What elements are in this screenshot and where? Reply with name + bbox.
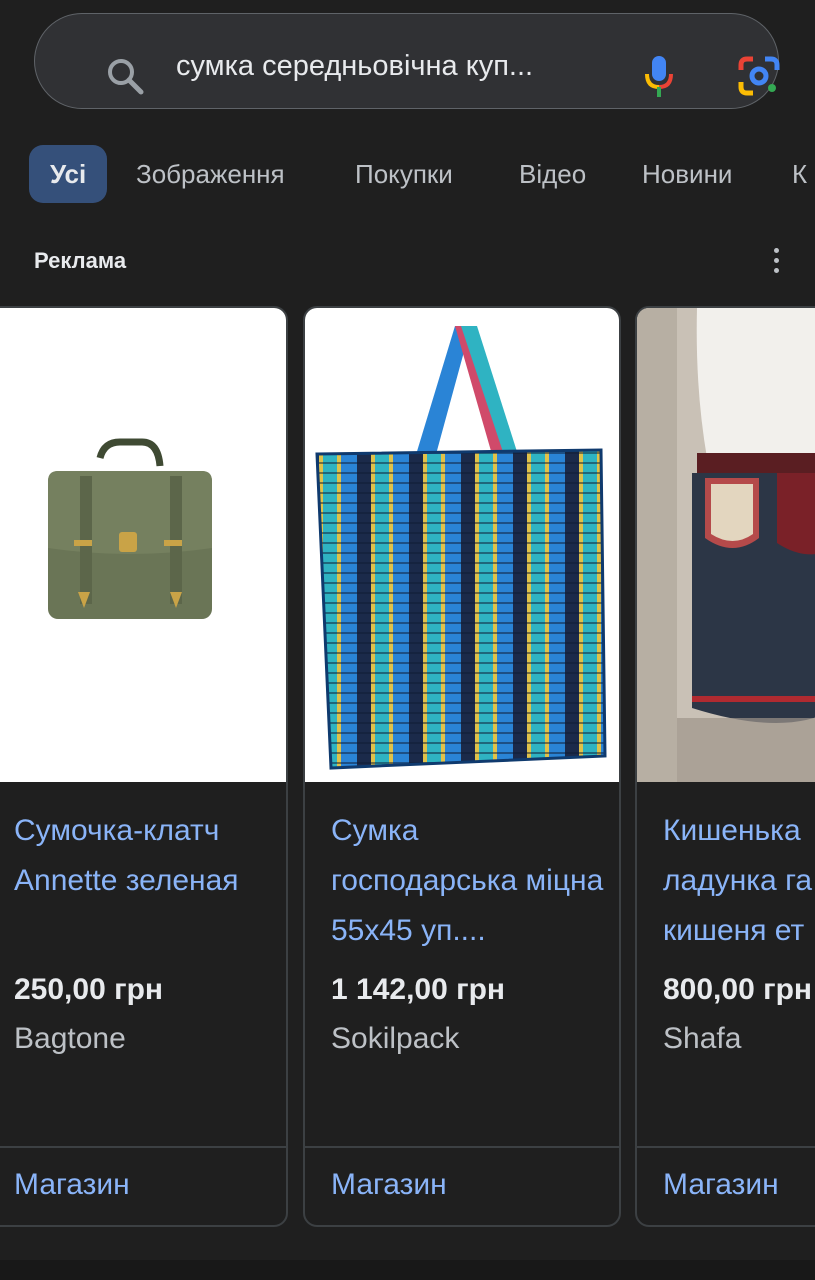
search-query[interactable]: сумка середньовічна куп... <box>176 50 533 83</box>
shop-link[interactable]: Магазин <box>331 1168 447 1202</box>
tab-videos[interactable]: Відео <box>519 145 586 203</box>
product-price: 250,00 грн <box>14 973 164 1006</box>
product-image-striped-bag[interactable] <box>305 308 619 782</box>
product-price: 800,00 грн <box>663 973 813 1006</box>
card-divider <box>305 1146 619 1148</box>
search-tabs: Усі Зображення Покупки Відео Новини К <box>0 145 815 203</box>
product-price: 1 142,00 грн <box>331 973 506 1006</box>
product-image-green-satchel[interactable] <box>0 308 286 782</box>
product-title[interactable]: Сумочка-клатч Annette зеленая <box>14 806 276 906</box>
product-card[interactable]: Сумка господарська міцна 55х45 уп.... 1 … <box>303 306 621 1227</box>
product-seller: Sokilpack <box>331 1022 460 1055</box>
search-box[interactable]: сумка середньовічна куп... <box>34 13 780 109</box>
product-seller: Shafa <box>663 1022 742 1055</box>
shop-link[interactable]: Магазин <box>14 1168 130 1202</box>
product-seller: Bagtone <box>14 1022 126 1055</box>
tab-more-partial[interactable]: К <box>792 145 807 203</box>
top-bar: сумка середньовічна куп... Усі Зображенн… <box>0 0 815 226</box>
product-title[interactable]: Сумка господарська міцна 55х45 уп.... <box>331 806 609 956</box>
product-card[interactable]: Сумочка-клатч Annette зеленая 250,00 грн… <box>0 306 288 1227</box>
product-title[interactable]: Кишенька ладунка га кишеня ет <box>663 806 815 956</box>
tab-images[interactable]: Зображення <box>136 145 285 203</box>
tab-news[interactable]: Новини <box>642 145 732 203</box>
bottom-edge <box>0 1260 815 1280</box>
card-divider <box>0 1146 286 1148</box>
product-card[interactable]: Кишенька ладунка га кишеня ет 800,00 грн… <box>635 306 815 1227</box>
tab-shopping[interactable]: Покупки <box>355 145 453 203</box>
google-lens-icon[interactable] <box>738 56 780 96</box>
card-divider <box>637 1146 815 1148</box>
product-image-belt-pouch[interactable] <box>637 308 815 782</box>
more-options-icon[interactable] <box>769 248 783 276</box>
sponsored-label: Реклама <box>34 248 127 273</box>
microphone-icon[interactable] <box>643 54 675 100</box>
search-icon <box>108 59 144 95</box>
tab-all[interactable]: Усі <box>29 145 108 203</box>
shop-link[interactable]: Магазин <box>663 1168 779 1202</box>
